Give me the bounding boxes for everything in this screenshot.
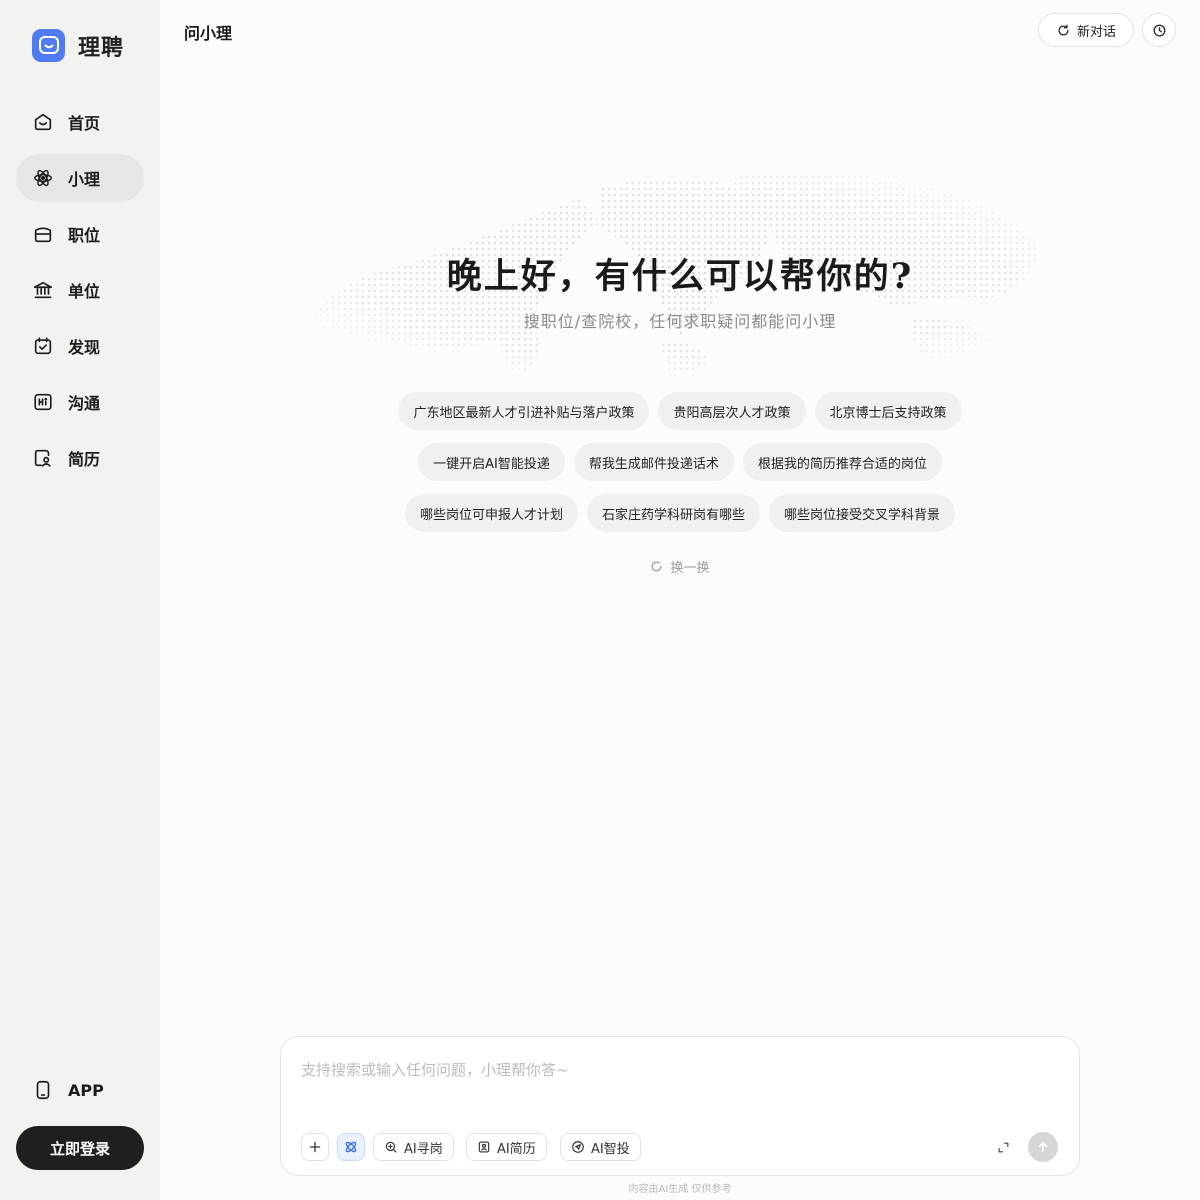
atom-icon [34,169,52,187]
sidebar-item-xiaoli[interactable]: 小理 [16,154,144,202]
chat-composer: AI寻岗 AI简历 AI智投 [280,1036,1080,1176]
suggestion-chip[interactable]: 哪些岗位接受交叉学科背景 [769,494,956,532]
attach-button[interactable] [301,1133,329,1161]
send-target-icon [572,1141,584,1153]
sidebar-item-label: 沟通 [68,394,101,413]
hi-chat-icon [34,393,52,411]
sidebar-item-label: 发现 [68,338,101,357]
search-zoom-icon [385,1141,397,1153]
new-chat-button[interactable]: 新对话 [1038,13,1134,47]
suggestion-chip[interactable]: 贵阳高层次人才政策 [658,392,806,430]
brand-chat-icon [32,29,65,62]
ai-disclaimer: 内容由AI生成 仅供参考 [628,1184,732,1195]
suggestion-chip[interactable]: 哪些岗位可申报人才计划 [404,494,578,532]
suggestion-row: 哪些岗位可申报人才计划 石家庄药学科研岗有哪些 哪些岗位接受交叉学科背景 [160,494,1200,532]
refresh-label: 换一换 [670,561,710,576]
suggestion-row: 广东地区最新人才引进补贴与落户政策 贵阳高层次人才政策 北京博士后支持政策 [160,392,1200,430]
institution-icon [33,281,53,299]
send-button[interactable] [1028,1132,1058,1162]
sidebar-item-chat[interactable]: 沟通 [16,378,144,426]
suggestion-chip[interactable]: 根据我的简历推荐合适的岗位 [742,443,942,481]
ai-resume-button[interactable]: AI简历 [466,1133,547,1161]
suggestion-chip[interactable]: 北京博士后支持政策 [814,392,962,430]
tool-label: AI寻岗 [404,1141,443,1157]
sidebar: 理聘 首页 小理 职位 单位 发现 沟通 简历 APP 立即登录 [0,0,160,1200]
login-button[interactable]: 立即登录 [16,1126,144,1170]
atom-icon [345,1141,357,1153]
model-toggle-button[interactable] [337,1133,365,1161]
refresh-suggestions-button[interactable]: 换一换 [160,557,1200,576]
refresh-icon [652,561,662,572]
tool-label: AI智投 [591,1141,630,1157]
home-icon [34,113,52,131]
phone-icon [36,1080,50,1100]
expand-composer-button[interactable] [993,1137,1013,1157]
sidebar-item-jobs[interactable]: 职位 [16,210,144,258]
sidebar-item-label: 简历 [68,450,101,469]
sidebar-item-label: 单位 [68,282,101,301]
resume-badge-icon [478,1141,490,1153]
sidebar-nav: 首页 小理 职位 单位 发现 沟通 简历 [16,98,144,490]
sidebar-item-home[interactable]: 首页 [16,98,144,146]
tool-label: AI简历 [497,1141,536,1157]
sidebar-item-institutions[interactable]: 单位 [16,266,144,314]
ai-smart-apply-button[interactable]: AI智投 [560,1133,641,1161]
greeting-heading: 晚上好，有什么可以帮你的? [446,256,914,297]
sidebar-item-label: 小理 [68,170,101,189]
sidebar-item-label: 职位 [68,226,101,245]
app-label: APP [68,1080,104,1100]
brand-name: 理聘 [78,34,125,61]
resume-icon [34,449,51,467]
history-button[interactable] [1142,13,1176,47]
sidebar-item-app[interactable]: APP [16,1066,144,1114]
suggestion-chip[interactable]: 石家庄药学科研岗有哪些 [586,494,760,532]
new-chat-label: 新对话 [1076,24,1116,40]
brand-logo[interactable]: 理聘 [32,29,124,62]
ai-job-search-button[interactable]: AI寻岗 [373,1133,454,1161]
suggestion-chip[interactable]: 一键开启AI智能投递 [418,443,565,481]
sidebar-item-resume[interactable]: 简历 [16,434,144,482]
page-title: 问小理 [184,24,233,43]
chat-input[interactable] [301,1055,1061,1085]
sidebar-item-discover[interactable]: 发现 [16,322,144,370]
arrow-up-icon [1038,1142,1048,1152]
suggestion-chip[interactable]: 帮我生成邮件投递话术 [573,443,734,481]
plus-icon [309,1141,321,1153]
expand-icon [998,1142,1008,1152]
clock-icon [1153,24,1165,36]
sidebar-item-label: 首页 [68,114,101,133]
suggestion-row: 一键开启AI智能投递 帮我生成邮件投递话术 根据我的简历推荐合适的岗位 [160,443,1200,481]
greeting-subtitle: 搜职位/查院校，任何求职疑问都能问小理 [523,312,837,331]
briefcase-icon [34,227,52,243]
suggestion-chip[interactable]: 广东地区最新人才引进补贴与落户政策 [398,392,650,430]
refresh-chat-icon [1058,24,1069,35]
calendar-check-icon [34,337,52,355]
